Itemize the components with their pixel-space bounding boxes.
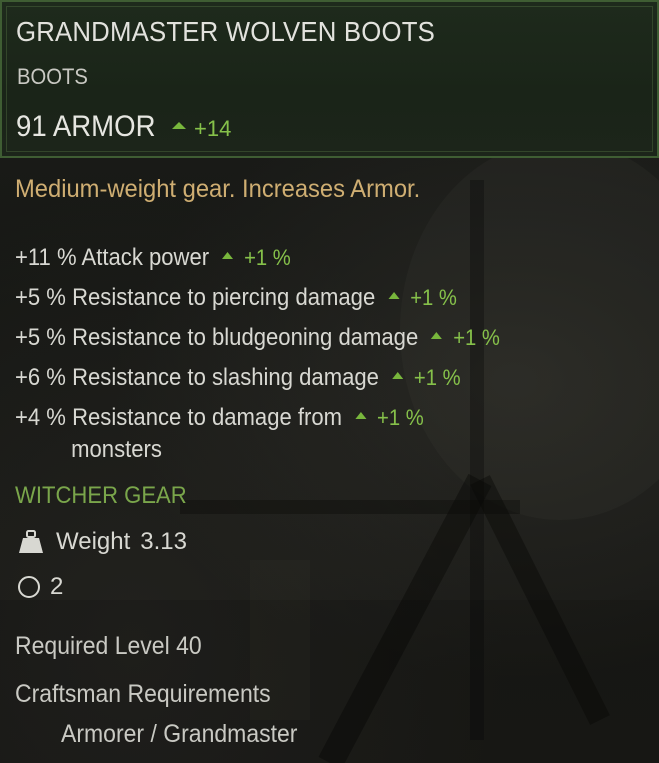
stat-delta: +1 % xyxy=(244,245,291,270)
stat-row: +5 % Resistance to bludgeoning damage +1 … xyxy=(15,318,500,358)
stat-list: +11 % Attack power +1 % +5 % Resistance t… xyxy=(15,238,542,466)
weight-label: Weight xyxy=(56,528,131,555)
stat-text: +6 % Resistance to slashing damage xyxy=(15,364,379,391)
stat-text: +5 % Resistance to piercing damage xyxy=(15,284,376,311)
arrow-up-icon xyxy=(172,122,186,129)
item-tooltip: GRANDMASTER WOLVEN BOOTS BOOTS 91 ARMOR … xyxy=(0,0,659,763)
item-type: BOOTS xyxy=(17,64,88,89)
arrow-up-icon xyxy=(354,412,366,419)
stat-delta: +1 % xyxy=(413,365,461,390)
stat-text: +4 % Resistance to damage from xyxy=(15,404,343,431)
required-level: Required Level 40 xyxy=(15,632,202,660)
arrow-up-icon xyxy=(222,252,234,259)
stat-row: +4 % Resistance to damage from +1 % monst… xyxy=(15,402,500,466)
weight-row: Weight 3.13 xyxy=(18,528,187,556)
stat-delta: +1 % xyxy=(453,325,500,350)
arrow-up-icon xyxy=(431,332,443,339)
weight-value: 3.13 xyxy=(140,528,187,555)
armor-value: 91 ARMOR xyxy=(16,110,156,143)
arrow-up-icon xyxy=(388,292,400,299)
stat-row: +11 % Attack power +1 % xyxy=(15,238,500,278)
sockets-row: 2 xyxy=(18,573,63,601)
stat-text: +5 % Resistance to bludgeoning damage xyxy=(15,324,419,351)
gear-set-label: WITCHER GEAR xyxy=(15,482,187,509)
stat-delta: +1 % xyxy=(377,405,424,430)
stat-row: +6 % Resistance to slashing damage +1 % xyxy=(15,358,500,398)
craftsman-requirements-title: Craftsman Requirements xyxy=(15,680,271,708)
craftsman-requirements-value: Armorer / Grandmaster xyxy=(61,720,298,748)
socket-count: 2 xyxy=(50,573,64,600)
item-description: Medium-weight gear. Increases Armor. xyxy=(15,175,421,203)
armor-delta: +14 xyxy=(194,116,232,141)
item-header: GRANDMASTER WOLVEN BOOTS BOOTS 91 ARMOR … xyxy=(0,0,659,158)
stat-text: +11 % Attack power xyxy=(15,244,210,271)
stat-row: +5 % Resistance to piercing damage +1 % xyxy=(15,278,500,318)
stat-text-continuation: monsters xyxy=(71,436,162,463)
weight-icon xyxy=(19,530,43,553)
socket-icon xyxy=(18,576,40,598)
item-name: GRANDMASTER WOLVEN BOOTS xyxy=(16,16,436,47)
arrow-up-icon xyxy=(391,372,403,379)
armor-line: 91 ARMOR +14 xyxy=(16,110,231,144)
stat-delta: +1 % xyxy=(410,285,457,310)
